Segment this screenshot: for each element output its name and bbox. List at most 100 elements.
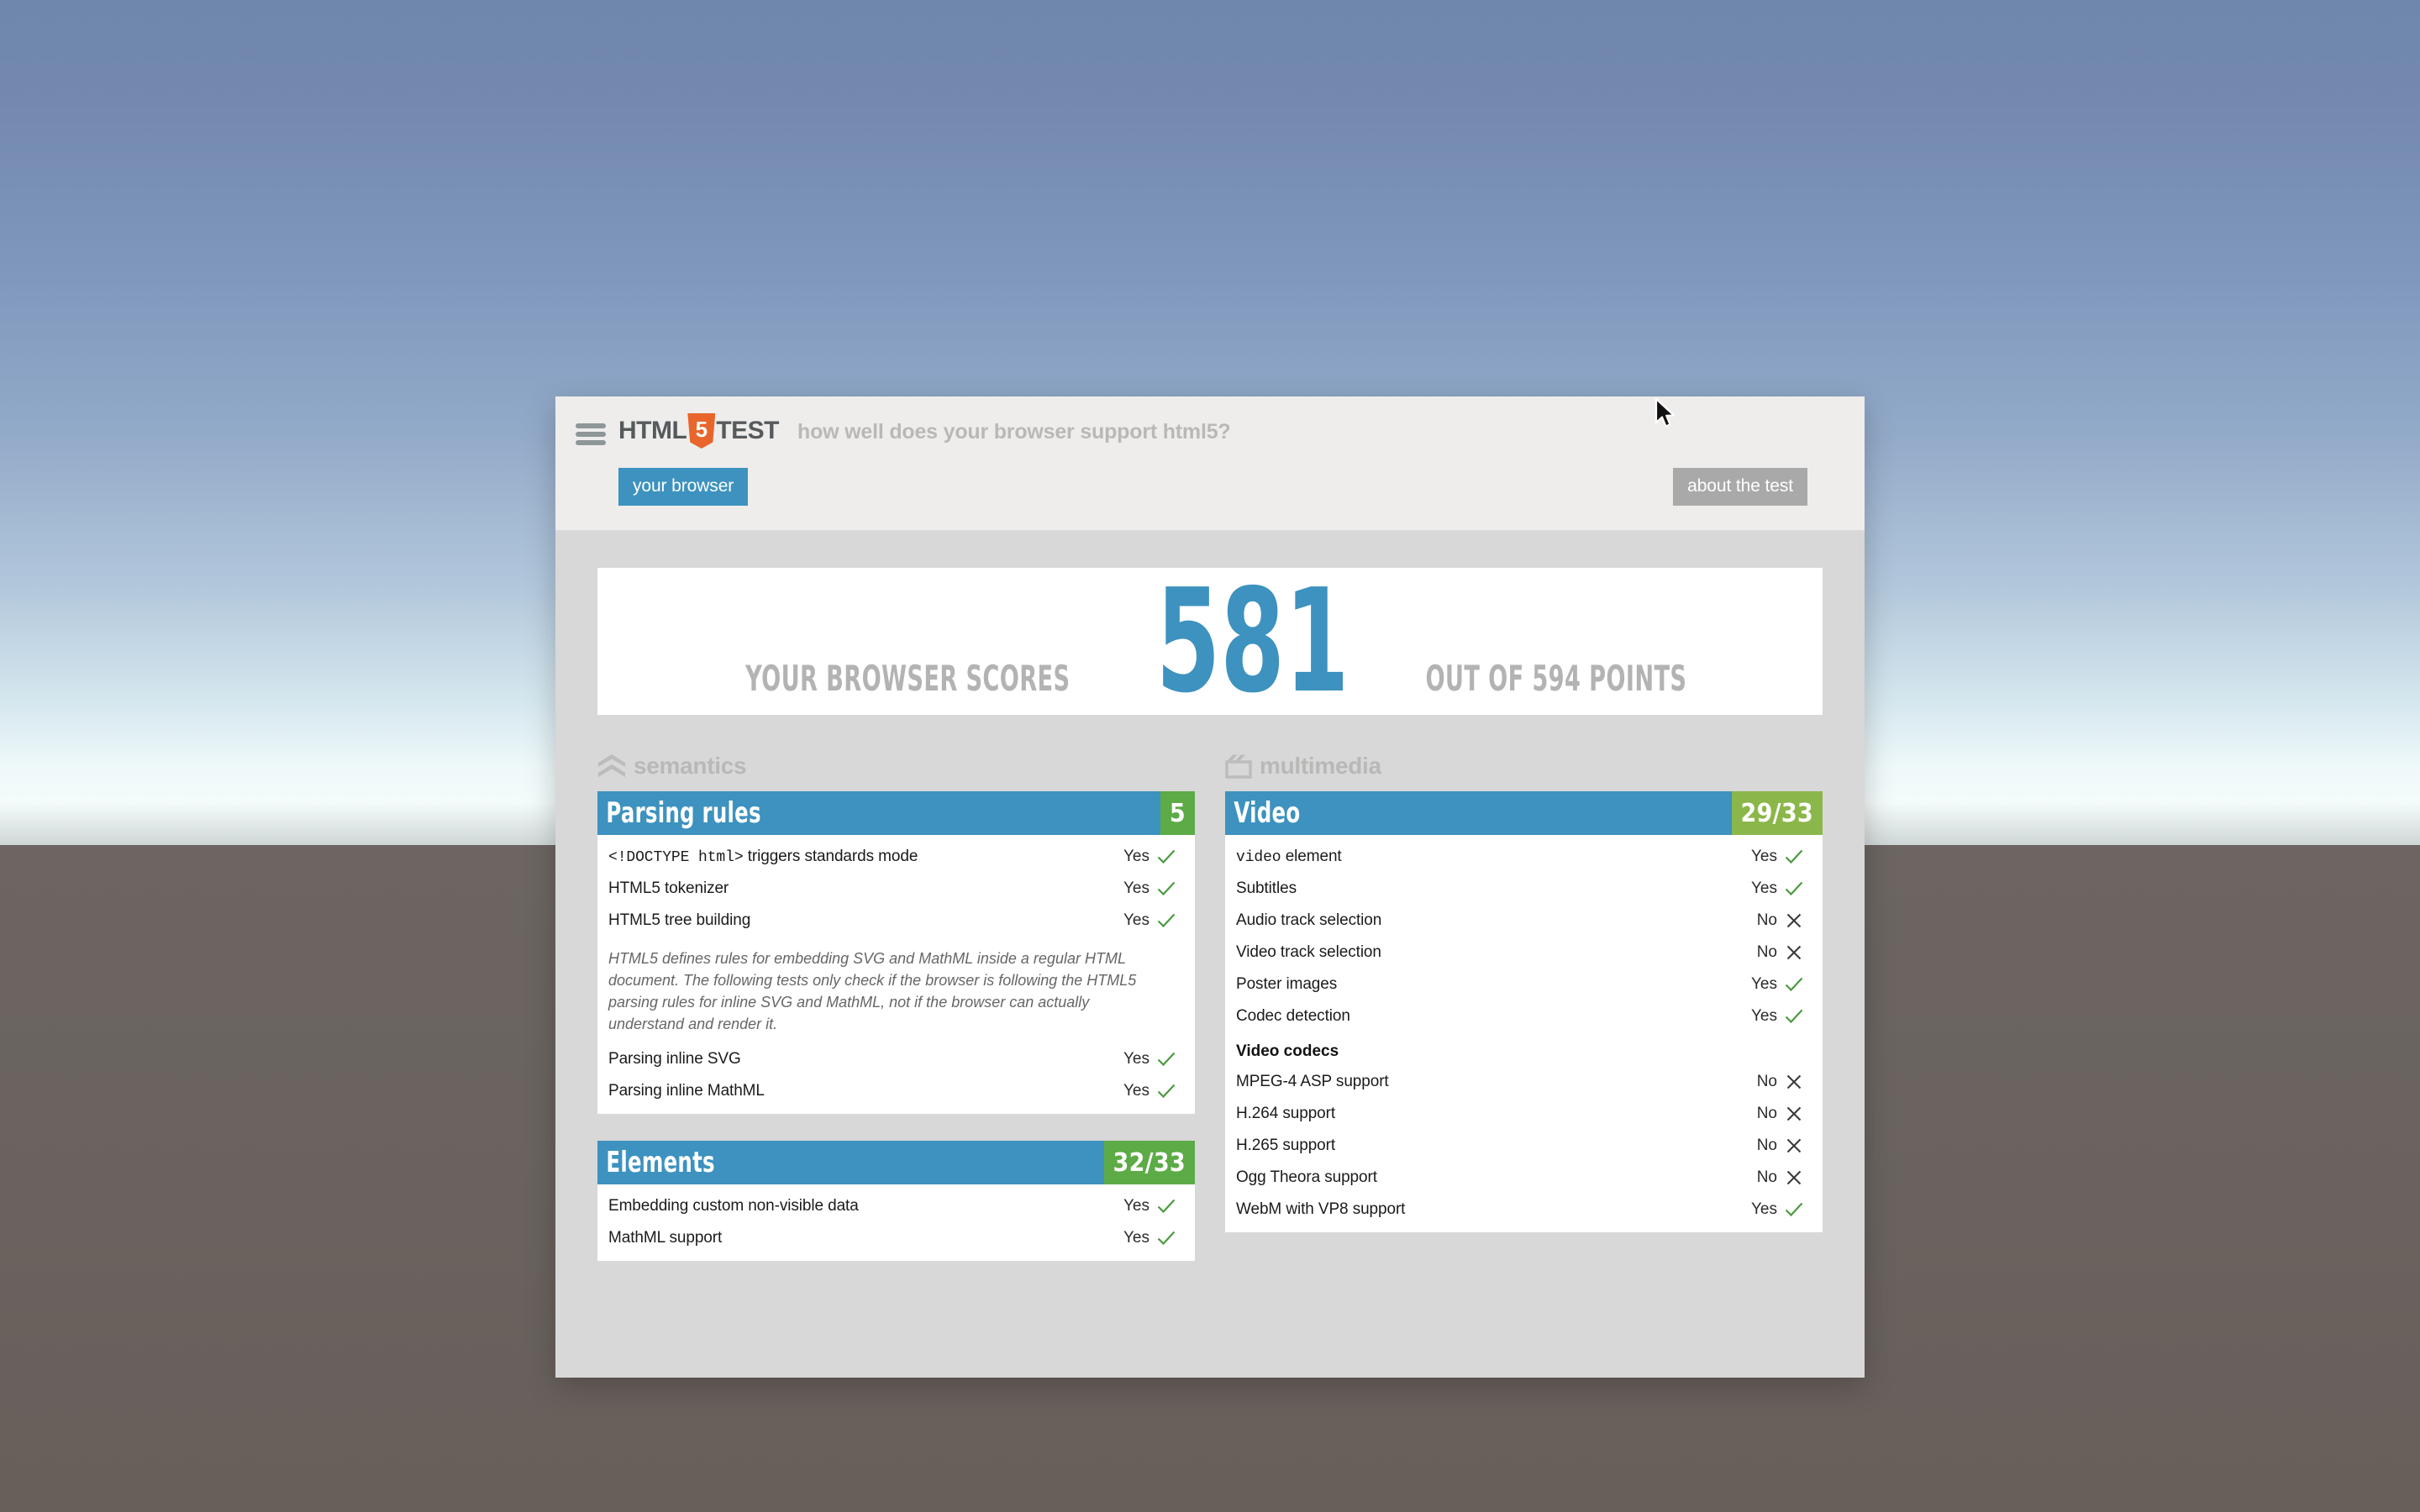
html5test-logo[interactable]: HTML 5 TEST <box>618 413 779 449</box>
test-verdict: Yes <box>1751 975 1777 993</box>
test-mark <box>1777 1200 1811 1219</box>
test-row[interactable]: Codec detection Yes <box>1225 1000 1823 1032</box>
test-row[interactable]: WebM with VP8 support Yes <box>1225 1194 1823 1226</box>
section-title: Video <box>1234 796 1301 830</box>
test-mark <box>1777 943 1811 962</box>
test-label: video element <box>1236 848 1342 866</box>
score-card: YOUR BROWSER SCORES 581 OUT OF 594 POINT… <box>597 568 1823 715</box>
test-label: Subtitles <box>1236 879 1297 897</box>
tab-your-browser[interactable]: your browser <box>618 468 749 506</box>
check-icon <box>1785 977 1803 992</box>
test-label: <!DOCTYPE html> triggers standards mode <box>608 848 918 866</box>
test-verdict: No <box>1756 911 1777 929</box>
test-row[interactable]: HTML5 tree building Yes <box>597 905 1195 937</box>
category-column-semantics: semantics Parsing rules 5 <!DOCTYPE html> t… <box>597 748 1195 1288</box>
section-title: Elements <box>606 1146 715 1180</box>
score-suffix: OUT OF 594 POINTS <box>1425 657 1687 699</box>
section-parsing-rules: Parsing rules 5 <!DOCTYPE html> triggers s… <box>597 791 1195 1115</box>
test-verdict: Yes <box>1751 848 1777 865</box>
test-label: Audio track selection <box>1236 911 1382 929</box>
test-verdict: Yes <box>1123 1229 1150 1247</box>
section-score-badge: 5 <box>1160 791 1195 835</box>
test-mark <box>1777 879 1811 898</box>
section-body: Embedding custom non-visible data Yes Mat… <box>597 1184 1195 1262</box>
test-row[interactable]: Audio track selection No <box>1225 905 1823 937</box>
cross-icon <box>1786 1170 1802 1185</box>
test-row[interactable]: Video track selection No <box>1225 937 1823 969</box>
section-title: Parsing rules <box>606 796 761 830</box>
test-row[interactable]: H.264 support No <box>1225 1098 1823 1130</box>
site-header: HTML 5 TEST how well does your browser s… <box>555 396 1865 531</box>
test-mark <box>1777 1137 1811 1155</box>
section-note: HTML5 defines rules for embedding SVG an… <box>608 950 1137 1033</box>
test-mark <box>1150 1050 1183 1068</box>
test-label: MathML support <box>608 1229 723 1247</box>
sub-heading: Video codecs <box>1236 1042 1339 1060</box>
test-mark <box>1777 1105 1811 1123</box>
category-column-multimedia: multimedia Video 29/33 video element Yes Sub… <box>1225 748 1823 1288</box>
section-body: video element Yes Subtitles Yes Audio trac… <box>1225 835 1823 1232</box>
test-row[interactable]: Ogg Theora support No <box>1225 1162 1823 1194</box>
test-row[interactable]: Subtitles Yes <box>1225 873 1823 905</box>
section-body: <!DOCTYPE html> triggers standards mode Y… <box>597 835 1195 1115</box>
test-row[interactable]: MathML support Yes <box>597 1222 1195 1254</box>
test-label: HTML5 tree building <box>608 911 751 929</box>
test-label: Parsing inline SVG <box>608 1050 741 1068</box>
test-label: H.264 support <box>1236 1105 1336 1122</box>
html5-shield-icon: 5 <box>687 413 716 449</box>
section-header[interactable]: Parsing rules 5 <box>597 791 1195 835</box>
category-title: semantics <box>634 753 747 779</box>
test-row[interactable]: H.265 support No <box>1225 1130 1823 1162</box>
code-token: <!DOCTYPE html> <box>608 849 744 866</box>
section-video: Video 29/33 video element Yes Subtitles Yes … <box>1225 791 1823 1232</box>
test-row[interactable]: HTML5 tokenizer Yes <box>597 873 1195 905</box>
results-columns: semantics Parsing rules 5 <!DOCTYPE html> t… <box>597 748 1823 1288</box>
test-mark <box>1150 1197 1183 1215</box>
test-mark <box>1777 911 1811 930</box>
test-row[interactable]: Embedding custom non-visible data Yes <box>597 1190 1195 1222</box>
check-icon <box>1785 881 1803 896</box>
check-icon <box>1157 881 1176 896</box>
cross-icon <box>1786 913 1802 928</box>
test-mark <box>1777 975 1811 994</box>
section-elements: Elements 32/33 Embedding custom non-visibl… <box>597 1141 1195 1262</box>
section-score-badge: 29/33 <box>1731 791 1823 835</box>
test-label: Parsing inline MathML <box>608 1082 765 1100</box>
score-value: 581 <box>1155 558 1349 725</box>
test-mark <box>1777 1007 1811 1026</box>
check-icon <box>1157 913 1176 928</box>
test-row[interactable]: MPEG-4 ASP support No <box>1225 1066 1823 1098</box>
score-prefix: YOUR BROWSER SCORES <box>745 657 1071 699</box>
section-header[interactable]: Video 29/33 <box>1225 791 1823 835</box>
check-icon <box>1157 1053 1176 1067</box>
test-mark <box>1777 848 1811 866</box>
category-title: multimedia <box>1260 753 1381 779</box>
test-row[interactable]: video element Yes <box>1225 841 1823 873</box>
test-row[interactable]: Parsing inline SVG Yes <box>597 1043 1195 1075</box>
test-verdict: No <box>1756 1105 1777 1122</box>
tab-about-the-test[interactable]: about the test <box>1673 468 1807 506</box>
logo-text-left: HTML <box>618 417 687 444</box>
category-header-multimedia: multimedia <box>1225 748 1823 784</box>
section-header[interactable]: Elements 32/33 <box>597 1141 1195 1185</box>
test-row[interactable]: Parsing inline MathML Yes <box>597 1075 1195 1107</box>
test-verdict: No <box>1756 1137 1777 1154</box>
cross-icon <box>1786 1106 1802 1121</box>
test-verdict: Yes <box>1123 1050 1150 1068</box>
clapperboard-icon <box>1225 754 1252 779</box>
hamburger-icon[interactable] <box>576 423 606 445</box>
check-icon <box>1785 849 1803 864</box>
code-token: video <box>1236 849 1281 866</box>
test-label: Video track selection <box>1236 943 1381 961</box>
test-mark <box>1777 1168 1811 1187</box>
cross-icon <box>1786 1074 1802 1089</box>
check-icon <box>1785 1009 1803 1024</box>
test-row[interactable]: Poster images Yes <box>1225 969 1823 1000</box>
test-label: Poster images <box>1236 975 1338 993</box>
test-mark <box>1150 911 1183 930</box>
test-row[interactable]: <!DOCTYPE html> triggers standards mode Y… <box>597 841 1195 873</box>
test-verdict: Yes <box>1123 911 1150 929</box>
cross-icon <box>1786 1138 1802 1153</box>
check-icon <box>1157 1200 1176 1214</box>
test-label: MPEG-4 ASP support <box>1236 1073 1389 1090</box>
